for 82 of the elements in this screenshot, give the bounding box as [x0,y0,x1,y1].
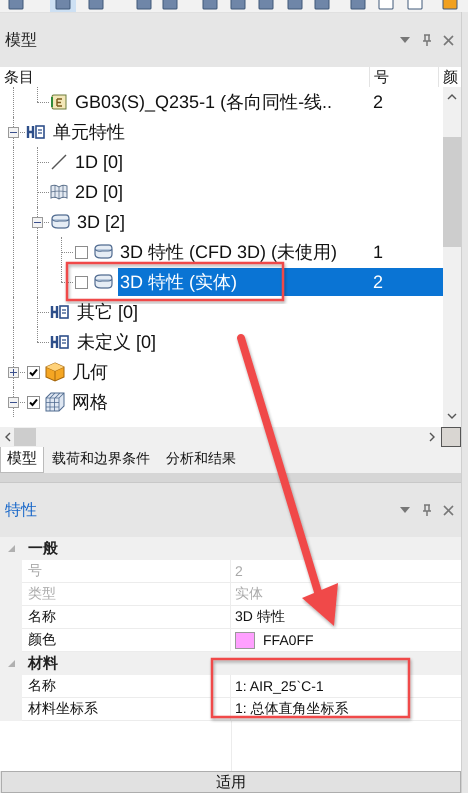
table-icon [50,304,70,320]
tree-item[interactable]: 3D 特性 (实体) 2 [118,268,443,296]
property-value: 实体 [235,585,263,603]
group-label: 材料 [26,654,58,673]
scroll-thumb[interactable] [443,137,461,247]
property-value[interactable]: 1: AIR_25`C-1 [235,678,324,694]
tree-item[interactable]: 网格 [70,388,443,416]
toolbar-icon[interactable] [86,0,106,12]
panel-title: 特性 [5,500,37,520]
tab[interactable]: 分析和结果 [158,447,244,473]
collapse-icon[interactable] [8,127,19,138]
checkbox[interactable] [75,276,88,288]
apply-button[interactable]: 适用 [1,771,461,793]
toolbar-icon[interactable] [200,0,220,12]
toolbar-icon[interactable] [348,0,368,12]
item-number: 1 [373,242,384,262]
mesh-cube-icon [45,392,65,412]
toolbar-icon[interactable] [50,0,76,12]
horizontal-scrollbar[interactable] [0,427,441,447]
property-name: 材料坐标系 [22,698,231,720]
expand-icon[interactable] [8,367,19,378]
collapse-icon[interactable] [8,397,19,408]
material-icon [50,93,68,111]
property-name: 颜色 [22,629,231,651]
table-icon [50,334,70,350]
tab[interactable]: 载荷和边界条件 [44,447,158,473]
tree-item[interactable]: 3D 特性 (CFD 3D) (未使用) 1 [118,238,443,266]
toolbar-icon[interactable] [405,0,425,12]
checkbox[interactable] [75,246,88,258]
dropdown-icon[interactable] [399,36,411,44]
toolbar-icon[interactable] [376,0,396,12]
property-value: 2 [235,563,243,579]
scroll-thumb[interactable] [14,428,36,446]
solid-icon [50,213,70,231]
property-value[interactable]: 1: 总体直角坐标系 [235,700,349,718]
scroll-corner [441,427,461,447]
property-name: 名称 [22,606,231,628]
property-name: 号 [22,560,231,582]
cube-icon [45,362,65,382]
group-label: 一般 [27,539,58,558]
toolbar-icon[interactable] [256,0,276,12]
vertical-scrollbar[interactable] [443,87,461,427]
line-icon [50,153,68,171]
column-header[interactable]: 号 [370,67,439,87]
surface-icon [50,183,68,201]
toolbar-icon[interactable] [160,0,180,12]
toolbar-icon[interactable] [6,0,26,12]
checkbox[interactable] [27,396,40,408]
property-value[interactable]: 3D 特性 [235,608,285,626]
item-number: 2 [373,272,384,292]
tree-item[interactable]: 未定义 [0] [75,328,443,356]
pin-icon[interactable] [422,34,432,46]
property-name: 名称 [22,675,231,697]
toolbar-icon[interactable] [312,0,332,12]
tree-item[interactable]: GB03(S)_Q235-1 (各向同性-线.. 2 [73,88,443,116]
solid-icon [93,273,113,291]
close-icon[interactable] [443,34,454,46]
column-header[interactable]: 颜 [439,67,461,87]
solid-icon [93,243,113,261]
tree-item[interactable]: 1D [0] [73,148,443,176]
panel-title: 模型 [5,30,37,50]
tree-item[interactable]: 其它 [0] [75,298,443,326]
toolbar-icon[interactable] [228,0,248,12]
tree-item[interactable]: 3D [2] [75,208,443,236]
toolbar-icon[interactable] [440,0,460,12]
tree-item[interactable]: 单元特性 [51,118,443,146]
item-number: 2 [373,92,384,112]
dropdown-icon[interactable] [399,506,411,514]
tree-item[interactable]: 2D [0] [73,178,443,206]
color-swatch[interactable] [235,632,255,648]
tab[interactable]: 模型 [0,447,44,473]
pin-icon[interactable] [422,504,432,516]
tree-item[interactable]: 几何 [70,358,443,386]
property-name: 类型 [22,583,231,605]
property-value[interactable]: FFA0FF [263,632,314,648]
close-icon[interactable] [443,504,454,516]
table-icon [26,124,46,140]
checkbox[interactable] [27,366,40,378]
toolbar-icon[interactable] [134,0,154,12]
toolbar-icon[interactable] [285,0,305,12]
collapse-icon[interactable] [32,217,43,228]
column-header[interactable]: 条目 [0,67,370,87]
